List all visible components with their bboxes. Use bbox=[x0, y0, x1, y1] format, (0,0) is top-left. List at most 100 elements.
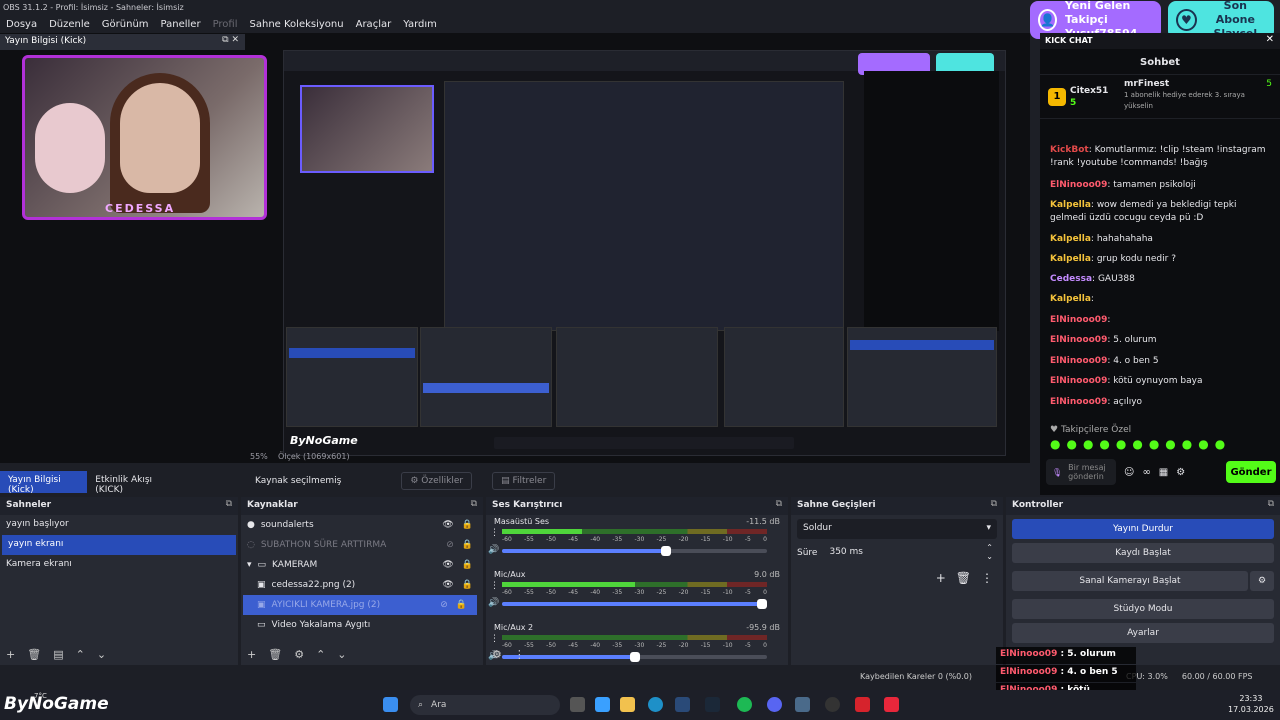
menu-file[interactable]: Dosya bbox=[6, 19, 37, 30]
properties-button[interactable]: ⚙ Özellikler bbox=[401, 472, 473, 490]
chat-username[interactable]: ElNinooo09 bbox=[1050, 335, 1107, 345]
chat-username[interactable]: Kalpella bbox=[1050, 294, 1091, 304]
gear-icon[interactable]: ⚙ bbox=[294, 648, 304, 662]
menu-help[interactable]: Yardım bbox=[403, 19, 437, 30]
speaker-icon[interactable]: 🔊 bbox=[488, 545, 499, 555]
scene-item[interactable]: yayın başlıyor bbox=[0, 515, 238, 535]
spotify-icon[interactable] bbox=[737, 697, 752, 712]
taskbar-search[interactable]: ⌕ Ara bbox=[410, 695, 560, 715]
discord-icon[interactable] bbox=[767, 697, 782, 712]
studio-mode-button[interactable]: Stüdyo Modu bbox=[1012, 599, 1274, 619]
settings-button[interactable]: Ayarlar bbox=[1012, 623, 1274, 643]
add-icon[interactable]: + bbox=[6, 648, 15, 662]
source-group[interactable]: ▾ ▭ KAMERAM 👁 🔒 bbox=[241, 555, 483, 575]
add-icon[interactable]: + bbox=[936, 571, 946, 585]
valorant-icon[interactable] bbox=[884, 697, 899, 712]
chat-username[interactable]: KickBot bbox=[1050, 145, 1089, 155]
chat-username[interactable]: ElNinooo09 bbox=[1050, 356, 1107, 366]
chevron-down-icon[interactable]: ⌄ bbox=[97, 648, 106, 662]
app-red-icon[interactable] bbox=[855, 697, 870, 712]
send-button[interactable]: Gönder bbox=[1226, 461, 1276, 483]
transition-select[interactable]: Soldur ▾ bbox=[797, 519, 997, 539]
eye-icon[interactable]: 👁 bbox=[442, 580, 453, 590]
volume-handle[interactable] bbox=[661, 546, 672, 556]
dock-popout-icon[interactable]: ⧉ bbox=[471, 499, 477, 509]
add-icon[interactable]: + bbox=[247, 648, 256, 662]
lock-icon[interactable]: 🔒 bbox=[456, 600, 467, 610]
store-icon[interactable] bbox=[675, 697, 690, 712]
dock-popout-icon[interactable]: ⧉ bbox=[1268, 499, 1274, 509]
chevron-up-icon[interactable]: ⌃ bbox=[76, 648, 85, 662]
eye-hidden-icon[interactable]: ⊘ bbox=[440, 600, 448, 610]
filter-icon[interactable]: ▤ bbox=[53, 648, 63, 662]
chat-username[interactable]: ElNinooo09 bbox=[1050, 180, 1107, 190]
tab-activity-feed[interactable]: Etkinlik Akışı (KICK) bbox=[87, 471, 180, 495]
chat-username[interactable]: Cedessa bbox=[1050, 274, 1092, 284]
steam-icon[interactable] bbox=[705, 697, 720, 712]
menu-edit[interactable]: Düzenle bbox=[49, 19, 90, 30]
chevron-up-icon[interactable]: ⌃ bbox=[316, 648, 325, 662]
dock-popout-icon[interactable]: ⧉ bbox=[226, 499, 232, 509]
store-icon[interactable]: ▦ bbox=[1159, 467, 1168, 478]
source-item[interactable]: ▭ Video Yakalama Aygıtı bbox=[241, 615, 483, 635]
trash-icon[interactable]: 🗑 bbox=[27, 648, 41, 662]
filters-button[interactable]: ▤ Filtreler bbox=[492, 472, 556, 490]
dock-float-close-icon[interactable]: ⧉ ✕ bbox=[222, 35, 239, 45]
chat-tab[interactable]: Sohbet bbox=[1040, 49, 1280, 75]
emote-row[interactable]: ●●●●●●●●●●● bbox=[1050, 438, 1275, 451]
scene-item-selected[interactable]: yayın ekranı bbox=[2, 535, 236, 555]
chat-username[interactable]: ElNinooo09 bbox=[1050, 315, 1107, 325]
volume-slider[interactable] bbox=[502, 546, 767, 556]
dock-popout-icon[interactable]: ⧉ bbox=[991, 499, 997, 509]
channel-menu-icon[interactable]: ⋮ bbox=[490, 528, 499, 538]
copilot-icon[interactable] bbox=[595, 697, 610, 712]
source-item-selected[interactable]: ▣ AYICIKLI KAMERA.jpg (2) ⊘ 🔒 bbox=[243, 595, 477, 615]
taskbar-clock[interactable]: 23:33 17.03.2026 bbox=[1228, 693, 1274, 715]
lock-icon[interactable]: 🔒 bbox=[462, 520, 473, 530]
spinner-icon[interactable]: ⌃ ⌄ bbox=[986, 543, 993, 561]
channel-menu-icon[interactable]: ⋮ bbox=[490, 581, 499, 591]
mixer-settings-icon[interactable]: ⚙ bbox=[492, 648, 502, 662]
start-virtual-camera-button[interactable]: Sanal Kamerayı Başlat bbox=[1012, 571, 1248, 591]
edge-icon[interactable] bbox=[648, 697, 663, 712]
eye-icon[interactable]: 👁 bbox=[442, 560, 453, 570]
dock-popout-icon[interactable]: ⧉ bbox=[776, 499, 782, 509]
lock-icon[interactable]: 🔒 bbox=[462, 540, 473, 550]
menu-docks[interactable]: Paneller bbox=[161, 19, 201, 30]
speaker-icon[interactable]: 🔊 bbox=[488, 598, 499, 608]
link-icon[interactable]: ∞ bbox=[1142, 467, 1150, 478]
source-item[interactable]: ● soundalerts 👁 🔒 bbox=[241, 515, 483, 535]
close-icon[interactable]: ✕ bbox=[1266, 34, 1274, 45]
more-icon[interactable]: ⋮ bbox=[514, 648, 525, 662]
eye-icon[interactable]: 👁 bbox=[442, 520, 453, 530]
chat-username[interactable]: ElNinooo09 bbox=[1050, 397, 1107, 407]
stop-streaming-button[interactable]: Yayını Durdur bbox=[1012, 519, 1274, 539]
volume-handle[interactable] bbox=[756, 599, 767, 609]
volume-slider[interactable] bbox=[502, 599, 767, 609]
task-view-icon[interactable] bbox=[570, 697, 585, 712]
menu-tools[interactable]: Araçlar bbox=[356, 19, 392, 30]
chat-username[interactable]: Kalpella bbox=[1050, 200, 1091, 210]
trash-icon[interactable]: 🗑 bbox=[956, 571, 971, 585]
menu-profile[interactable]: Profil bbox=[213, 19, 238, 30]
trash-icon[interactable]: 🗑 bbox=[268, 648, 282, 662]
windows-start-icon[interactable] bbox=[383, 697, 398, 712]
file-explorer-icon[interactable] bbox=[620, 697, 635, 712]
app-icon[interactable] bbox=[795, 697, 810, 712]
obs-icon[interactable] bbox=[825, 697, 840, 712]
chat-username[interactable]: ElNinooo09 bbox=[1050, 376, 1107, 386]
weather-widget[interactable]: 7°C bbox=[34, 692, 47, 700]
source-item[interactable]: ▣ cedessa22.png (2) 👁 🔒 bbox=[241, 575, 483, 595]
duration-input[interactable]: 350 ms ⌃ ⌄ bbox=[823, 543, 997, 563]
channel-menu-icon[interactable]: ⋮ bbox=[490, 634, 499, 644]
settings-icon[interactable]: ⚙ bbox=[1176, 467, 1185, 478]
menu-scene-collection[interactable]: Sahne Koleksiyonu bbox=[250, 19, 344, 30]
menu-view[interactable]: Görünüm bbox=[102, 19, 149, 30]
more-icon[interactable]: ⋮ bbox=[981, 571, 993, 585]
lock-icon[interactable]: 🔒 bbox=[462, 580, 473, 590]
chat-message-input[interactable]: 🎙 Bir mesaj gönderin bbox=[1046, 459, 1116, 485]
tab-stream-info[interactable]: Yayın Bilgisi (Kick) bbox=[0, 471, 88, 495]
virtual-camera-settings-icon[interactable]: ⚙ bbox=[1250, 571, 1274, 591]
source-item[interactable]: ◌ SUBATHON SÜRE ARTTIRMA ⊘ 🔒 bbox=[241, 535, 483, 555]
lock-icon[interactable]: 🔒 bbox=[462, 560, 473, 570]
